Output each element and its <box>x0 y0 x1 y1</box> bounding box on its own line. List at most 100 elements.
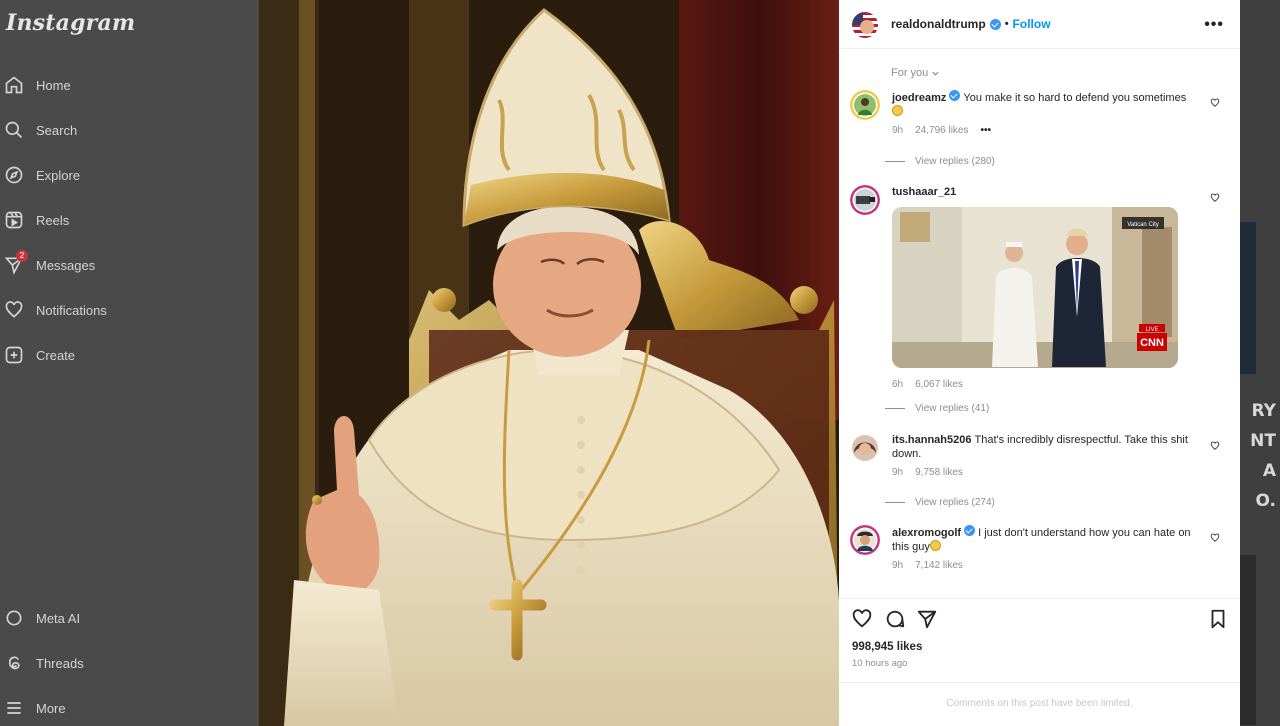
sidebar-item-label: Search <box>36 122 78 138</box>
verified-badge-icon <box>964 525 976 536</box>
instagram-logo[interactable]: Instagram <box>6 10 135 36</box>
background-text-line: O. <box>1255 491 1276 511</box>
view-replies-button[interactable]: View replies (280) <box>885 156 995 167</box>
comment-meta: 6h 6,067 likes <box>892 379 963 390</box>
comment-username[interactable]: joedreamz <box>892 92 946 104</box>
background-text-line: NT <box>1250 431 1276 451</box>
like-heart-icon[interactable] <box>851 608 873 630</box>
comment-body: joedreamz You make it so hard to defend y… <box>892 90 1197 138</box>
sidebar-item-label: Threads <box>36 655 84 671</box>
view-replies-label: View replies (274) <box>915 497 995 508</box>
comment-likes[interactable]: 9,758 likes <box>915 466 963 480</box>
view-replies-label: View replies (280) <box>915 156 995 167</box>
commenter-avatar-image <box>852 435 878 461</box>
comment-likes[interactable]: 6,067 likes <box>915 379 963 390</box>
view-replies-button[interactable]: View replies (41) <box>885 403 989 414</box>
sidebar-item-home[interactable]: Home <box>4 70 244 100</box>
live-label: LIVE <box>1145 327 1158 333</box>
comment-username[interactable]: tushaaar_21 <box>892 186 956 198</box>
comment-meta: 9h 24,796 likes ••• <box>892 124 1197 138</box>
sidebar-item-reels[interactable]: Reels <box>4 205 244 235</box>
sidebar-item-label: Meta AI <box>36 610 81 626</box>
sidebar-item-label: Create <box>36 347 76 363</box>
heart-icon <box>5 301 23 318</box>
sidebar-item-notifications[interactable]: Notifications <box>4 295 244 325</box>
total-likes[interactable]: 998,945 likes <box>852 641 922 653</box>
like-comment-heart-icon[interactable] <box>1210 193 1220 203</box>
comment-likes[interactable]: 7,142 likes <box>915 559 963 573</box>
location-tag-text: Vatican City <box>1127 222 1159 228</box>
comment-age: 6h <box>892 379 904 390</box>
sidebar-item-label: Explore <box>36 167 81 183</box>
sidebar-item-meta-ai[interactable]: Meta AI <box>4 603 244 633</box>
comment-likes[interactable]: 24,796 likes <box>915 124 968 138</box>
post-illustration <box>259 0 839 726</box>
sidebar-item-label: Notifications <box>36 302 107 318</box>
messages-icon-wrap: 2 <box>4 250 28 275</box>
comment-sort-label: For you <box>891 67 929 79</box>
grinning-sweat-emoji-icon <box>892 105 903 116</box>
post-image[interactable] <box>259 0 839 726</box>
separator: • <box>1004 18 1009 30</box>
sidebar-item-threads[interactable]: Threads <box>4 648 244 678</box>
comment-body: alexromogolf I just don't understand how … <box>892 525 1197 573</box>
sidebar-item-label: More <box>36 700 66 716</box>
share-paper-plane-icon[interactable] <box>916 608 938 630</box>
author-avatar-image <box>852 12 878 38</box>
commenter-avatar[interactable] <box>850 433 880 463</box>
comment-body: tushaaar_21 <box>892 185 1192 199</box>
comment-image-attachment[interactable]: Vatican City LIVE CNN <box>892 207 1178 368</box>
background-thumbnail <box>1240 555 1256 725</box>
like-comment-heart-icon[interactable] <box>1210 533 1220 543</box>
divider <box>839 682 1240 683</box>
sidebar-item-create[interactable]: Create <box>4 340 244 370</box>
comment-body: its.hannah5206 That's incredibly disrespe… <box>892 433 1197 480</box>
verified-badge-icon <box>949 90 961 101</box>
plus-square-icon <box>5 346 23 364</box>
comment-age: 9h <box>892 560 904 571</box>
commenter-avatar[interactable] <box>850 525 880 555</box>
post-timestamp: 10 hours ago <box>852 658 908 669</box>
background-page-text: RY NT A O. <box>1240 396 1280 516</box>
sidebar-item-label: Messages <box>36 257 96 273</box>
comment-more-button[interactable]: ••• <box>981 124 992 138</box>
verified-badge-icon <box>989 18 1001 30</box>
comment-text: You make it so hard to defend you someti… <box>963 92 1187 104</box>
comment-username[interactable]: its.hannah5206 <box>892 434 971 446</box>
home-icon <box>5 76 23 94</box>
commenter-avatar-image <box>850 185 880 215</box>
sidebar-item-messages[interactable]: 2 Messages <box>4 250 244 280</box>
sidebar: Instagram Home Search Explore Reels 2 Me… <box>0 0 258 726</box>
comment-meta: 9h 7,142 likes <box>892 559 1197 573</box>
more-options-button[interactable]: ••• <box>1204 16 1224 34</box>
view-replies-button[interactable]: View replies (274) <box>885 497 995 508</box>
follow-button[interactable]: Follow <box>1013 17 1051 31</box>
threads-icon <box>8 656 20 670</box>
save-bookmark-icon[interactable] <box>1207 608 1229 630</box>
view-replies-label: View replies (41) <box>915 403 990 414</box>
like-comment-heart-icon[interactable] <box>1210 441 1220 451</box>
meta-ai-icon <box>6 610 22 626</box>
comment-sort-dropdown[interactable]: For you <box>891 67 940 79</box>
author-avatar[interactable] <box>852 12 878 38</box>
news-screenshot-image: Vatican City LIVE CNN <box>892 207 1178 368</box>
sidebar-item-explore[interactable]: Explore <box>4 160 244 190</box>
author-line: realdonaldtrump • Follow <box>891 17 1051 31</box>
background-text-line: RY <box>1251 401 1276 421</box>
reels-icon <box>5 211 23 229</box>
menu-icon <box>7 702 21 714</box>
network-logo: CNN <box>1140 337 1164 349</box>
comments-list[interactable]: For you joedreamz You make it so hard to … <box>839 50 1240 598</box>
chevron-down-icon <box>932 71 939 76</box>
sidebar-item-more[interactable]: More <box>4 693 244 723</box>
sidebar-item-search[interactable]: Search <box>4 115 244 145</box>
commenter-avatar[interactable] <box>850 185 880 215</box>
comment-bubble-icon[interactable] <box>884 608 906 630</box>
like-comment-heart-icon[interactable] <box>1210 98 1220 108</box>
comment-username[interactable]: alexromogolf <box>892 527 961 539</box>
background-text-line: A <box>1262 461 1276 481</box>
commenter-avatar[interactable] <box>850 90 880 120</box>
compass-icon <box>5 166 23 184</box>
search-icon <box>5 121 23 139</box>
author-username[interactable]: realdonaldtrump <box>891 17 986 31</box>
